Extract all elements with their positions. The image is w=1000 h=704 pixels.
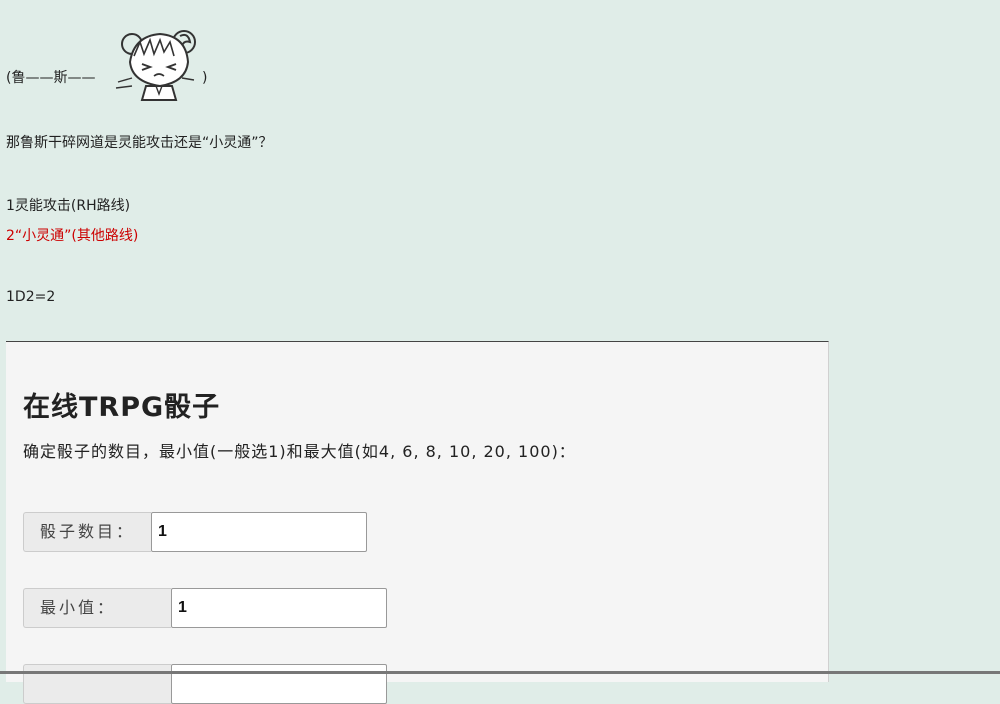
anime-girl-sticker-image — [115, 30, 196, 101]
option-1-text: 1灵能攻击(RH路线) — [6, 198, 131, 214]
dice-count-label: 骰子数目： — [23, 512, 151, 552]
min-value-label: 最小值： — [23, 588, 171, 628]
sticker-open-text: (鲁——斯—— — [6, 70, 96, 86]
min-value-input[interactable] — [171, 588, 387, 628]
max-value-label — [23, 664, 171, 704]
dice-roller-panel: 在线TRPG骰子 确定骰子的数目，最小值(一般选1)和最大值(如4, 6, 8,… — [6, 341, 829, 704]
dice-roller-title: 在线TRPG骰子 — [23, 392, 221, 423]
dice-roller-description: 确定骰子的数目，最小值(一般选1)和最大值(如4, 6, 8, 10, 20, … — [23, 442, 576, 461]
option-2-text: 2“小灵通”(其他路线) — [6, 228, 139, 244]
question-text: 那鲁斯干碎网道是灵能攻击还是“小灵通”？ — [6, 135, 273, 151]
max-value-input[interactable] — [171, 664, 387, 704]
dice-result-text: 1D2=2 — [6, 289, 56, 305]
sticker-line: (鲁——斯—— ) — [6, 22, 246, 102]
sticker-close-text: ) — [202, 70, 208, 86]
dice-count-input[interactable] — [151, 512, 367, 552]
